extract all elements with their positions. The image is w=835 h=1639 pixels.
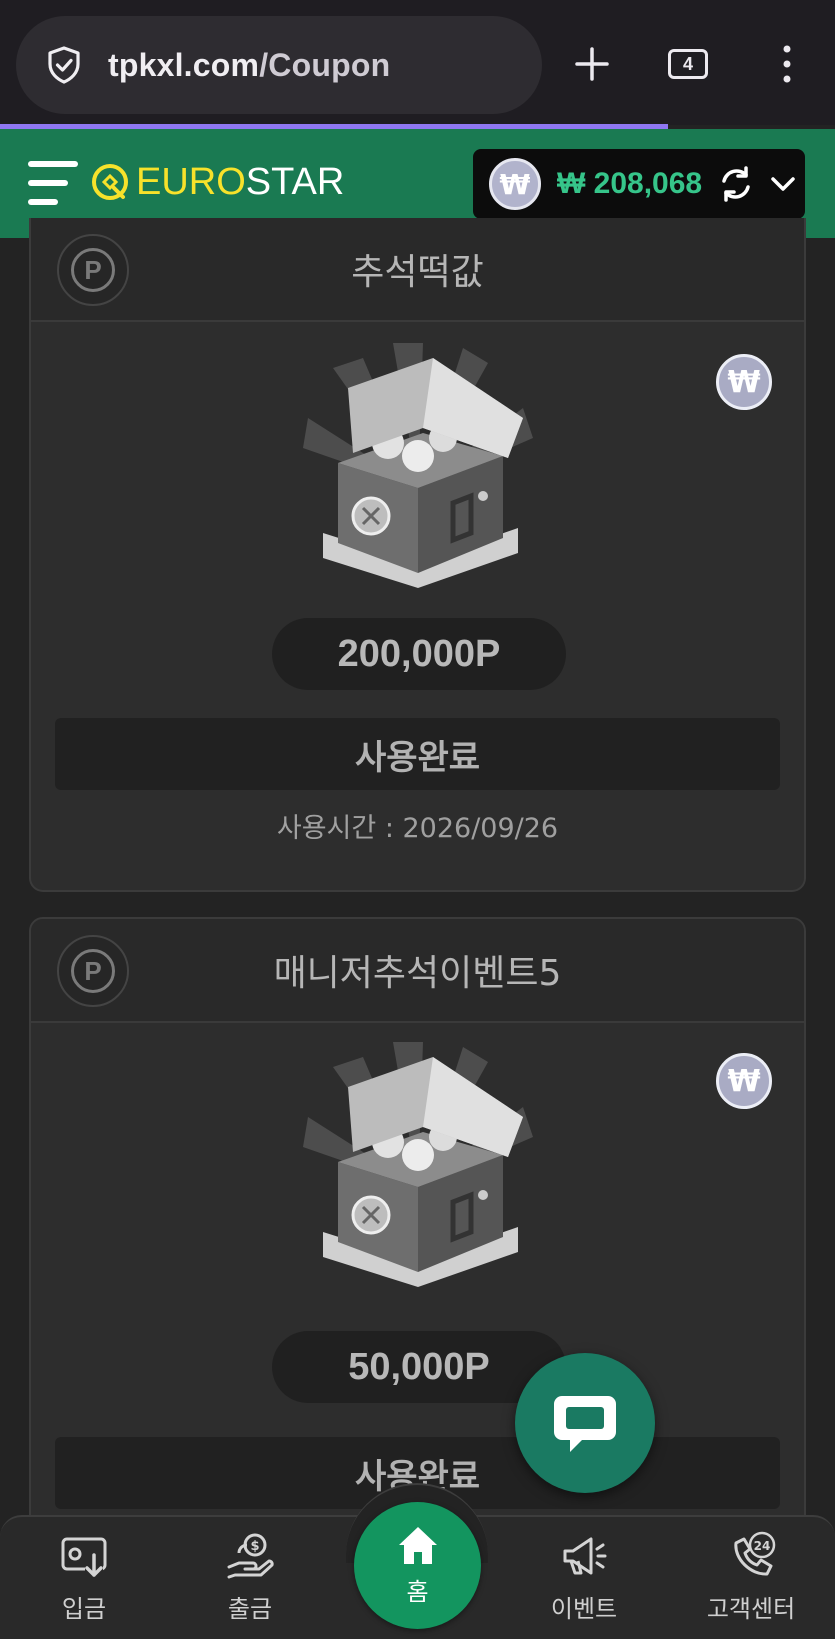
url-path: /Coupon xyxy=(259,46,391,83)
nav-support-label: 고객센터 xyxy=(706,1595,796,1623)
won-currency-icon: ₩ xyxy=(716,1053,772,1109)
eurostar-logo[interactable]: EUROSTAR xyxy=(90,157,344,207)
nav-home-button[interactable]: 홈 xyxy=(354,1502,481,1629)
browser-menu-button[interactable] xyxy=(765,42,809,86)
page: tpkxl.com/Coupon 4 EUROSTAR ₩ ₩ 208,068 … xyxy=(0,0,835,1639)
treasure-chest-icon xyxy=(303,343,533,588)
nav-deposit[interactable]: 입금 xyxy=(19,1531,149,1631)
deposit-icon xyxy=(61,1537,107,1577)
logo-star: STAR xyxy=(245,160,345,203)
home-icon xyxy=(398,1527,437,1564)
hamburger-line xyxy=(28,180,68,186)
new-tab-button[interactable] xyxy=(570,42,614,86)
url-domain: tpkxl.com xyxy=(108,46,260,83)
refresh-icon[interactable] xyxy=(716,164,756,204)
hamburger-line xyxy=(28,161,78,167)
coupon-card: P 추석떡값 ₩ 200,000P 사용완료 사용시간 : 2026/09/26 xyxy=(29,218,806,892)
used-status-button[interactable]: 사용완료 xyxy=(55,718,780,790)
point-badge-icon: P xyxy=(57,234,129,306)
more-vert-icon xyxy=(783,45,791,83)
phone-24-icon: 24 xyxy=(734,1531,776,1576)
coupon-header: P 추석떡값 xyxy=(31,218,804,322)
logo-mark-icon xyxy=(92,164,128,200)
wallet-balance[interactable]: ₩ ₩ 208,068 xyxy=(473,149,805,219)
nav-home-label: 홈 xyxy=(406,1578,429,1606)
coupon-header: P 매니저추석이벤트5 xyxy=(31,919,804,1023)
logo-euro: EURO xyxy=(136,160,246,203)
tab-count: 4 xyxy=(668,49,708,79)
shield-icon[interactable] xyxy=(44,45,84,85)
chat-bubble-icon xyxy=(554,1396,616,1452)
used-time-text: 사용시간 : 2026/09/26 xyxy=(276,813,559,844)
point-badge-letter: P xyxy=(71,949,115,993)
nav-support[interactable]: 24 고객센터 xyxy=(686,1531,816,1631)
coupon-amount: 200,000P xyxy=(272,618,566,690)
svg-text:$: $ xyxy=(250,1539,259,1554)
logo-text: EUROSTAR xyxy=(136,161,344,204)
chevron-down-icon[interactable] xyxy=(768,169,798,199)
url-text: tpkxl.com/Coupon xyxy=(108,47,390,84)
browser-toolbar: tpkxl.com/Coupon 4 xyxy=(0,0,835,125)
support-24-badge: 24 xyxy=(754,1539,771,1553)
hamburger-line xyxy=(28,199,58,205)
nav-event[interactable]: 이벤트 xyxy=(519,1531,649,1631)
treasure-chest-icon xyxy=(303,1042,533,1287)
won-coin-icon: ₩ xyxy=(489,158,541,210)
won-currency-icon: ₩ xyxy=(716,354,772,410)
point-badge-icon: P xyxy=(57,935,129,1007)
nav-withdraw[interactable]: $ 출금 xyxy=(185,1531,315,1631)
point-badge-letter: P xyxy=(71,248,115,292)
coupon-title: 추석떡값 xyxy=(351,252,484,293)
nav-event-label: 이벤트 xyxy=(550,1595,618,1623)
nav-withdraw-label: 출금 xyxy=(227,1595,273,1623)
withdraw-icon: $ xyxy=(227,1533,274,1579)
menu-button[interactable] xyxy=(28,159,80,207)
address-bar[interactable]: tpkxl.com/Coupon xyxy=(16,16,542,114)
chat-button[interactable] xyxy=(515,1353,655,1493)
balance-amount: ₩ 208,068 xyxy=(557,167,703,200)
megaphone-icon xyxy=(563,1537,607,1575)
coupon-title: 매니저추석이벤트5 xyxy=(273,953,562,994)
nav-deposit-label: 입금 xyxy=(61,1595,107,1623)
tab-switcher-button[interactable]: 4 xyxy=(666,42,710,86)
plus-icon xyxy=(575,47,609,81)
